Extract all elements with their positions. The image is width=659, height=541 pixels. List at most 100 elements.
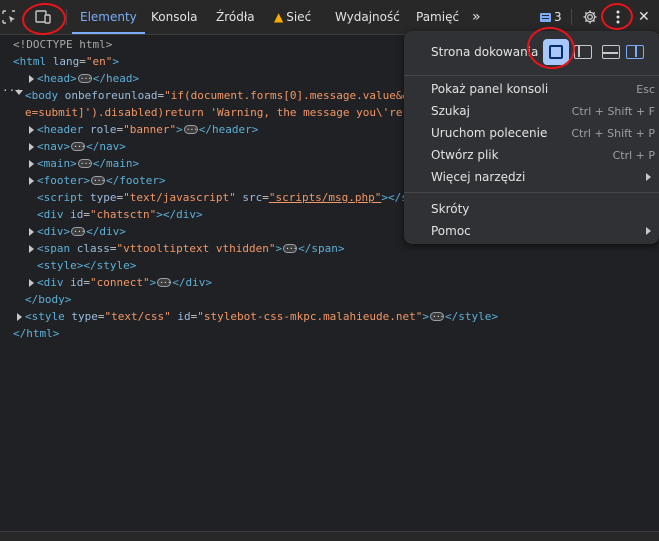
div-chatsctn-node[interactable]: <div id="chatsctn"></div>	[37, 206, 203, 223]
style-node[interactable]: <style></style>	[37, 257, 136, 274]
toolbar-separator	[571, 9, 572, 25]
expand-arrow-icon[interactable]	[29, 177, 34, 185]
script-src-link[interactable]: "scripts/msg.php"	[269, 191, 382, 204]
menu-item-label: Otwórz plik	[431, 148, 499, 162]
close-devtools-button[interactable]: ✕	[634, 0, 654, 34]
tag-text: </nav>	[86, 140, 126, 153]
device-toolbar-icon[interactable]	[32, 6, 54, 28]
menu-item-label: Skróty	[431, 202, 470, 216]
body-attr-continuation[interactable]: e=submit]').disabled)return 'Warning, th…	[25, 104, 403, 121]
tag-text: </body>	[25, 293, 72, 306]
menu-item-help[interactable]: Pomoc	[404, 220, 659, 242]
tag-text: <nav>	[37, 140, 71, 153]
dock-right-button[interactable]	[626, 45, 644, 59]
ellipsis-icon[interactable]	[71, 223, 86, 240]
expand-arrow-icon[interactable]	[29, 228, 34, 236]
menu-item-show-console[interactable]: Pokaż panel konsoli Esc	[404, 78, 659, 100]
tab-label: Pamięć	[416, 10, 460, 24]
menu-item-shortcut: Ctrl + Shift + F	[571, 104, 655, 118]
attr-value: "if(document.forms[0].message.value&&	[164, 89, 410, 102]
tab-label: Konsola	[151, 10, 198, 24]
ellipsis-icon[interactable]	[77, 70, 92, 87]
doctype-line[interactable]: <!DOCTYPE html>	[13, 36, 112, 53]
div-node[interactable]: <div> </div>	[37, 223, 126, 240]
expand-arrow-icon[interactable]	[17, 313, 22, 321]
html-close-node[interactable]: </html>	[13, 325, 59, 342]
attr-value: "chatsctn"	[90, 208, 157, 221]
dock-left-button[interactable]	[574, 45, 592, 59]
issues-badge[interactable]: 3	[540, 9, 562, 25]
dock-left-icon	[578, 46, 580, 57]
tab-console[interactable]: Konsola	[143, 0, 206, 34]
footer-node[interactable]: <footer> </footer>	[37, 172, 166, 189]
menu-item-run-command[interactable]: Uruchom polecenie Ctrl + Shift + P	[404, 122, 659, 144]
bottom-panel-strip[interactable]	[0, 531, 659, 541]
menu-item-shortcuts[interactable]: Skróty	[404, 198, 659, 220]
undock-button[interactable]	[543, 39, 569, 65]
menu-item-search[interactable]: Szukaj Ctrl + Shift + F	[404, 100, 659, 122]
ellipsis-icon[interactable]	[183, 121, 198, 138]
menu-item-more-tools[interactable]: Więcej narzędzi	[404, 166, 659, 188]
more-options-icon[interactable]	[607, 6, 629, 28]
span-node[interactable]: <span class="vttooltiptext vthidden"></s…	[37, 240, 344, 257]
menu-item-shortcut: Ctrl + P	[612, 148, 655, 162]
attr-value: "connect"	[90, 276, 150, 289]
menu-item-label: Więcej narzędzi	[431, 170, 526, 184]
stylebot-style-node[interactable]: <style type="text/css" id="stylebot-css-…	[25, 308, 498, 325]
menu-item-shortcut: Ctrl + Shift + P	[571, 126, 655, 140]
dock-right-icon	[635, 46, 637, 57]
attr-value: "text/css"	[104, 310, 171, 323]
dock-side-row: Strona dokowania	[404, 40, 659, 64]
tab-memory[interactable]: Pamięć	[408, 0, 467, 34]
body-node[interactable]: <body onbeforeunload="if(document.forms[…	[25, 87, 409, 104]
more-tabs-button[interactable]: »	[466, 0, 487, 34]
nav-node[interactable]: <nav> </nav>	[37, 138, 126, 155]
tag-text: <div	[37, 208, 64, 221]
tag-text: </style>	[83, 259, 137, 272]
attr-value: "stylebot-css-mkpc.malahieude.net"	[197, 310, 423, 323]
expand-arrow-icon[interactable]	[29, 126, 34, 134]
tag-text: <body	[25, 89, 59, 102]
dock-bottom-button[interactable]	[602, 45, 620, 59]
attr-name: onbeforeunload	[64, 89, 158, 102]
ellipsis-icon[interactable]	[157, 274, 172, 291]
tag-text: </html>	[13, 327, 60, 340]
main-node[interactable]: <main> </main>	[37, 155, 139, 172]
expand-arrow-icon[interactable]	[29, 143, 34, 151]
ellipsis-icon[interactable]	[71, 138, 86, 155]
ellipsis-icon[interactable]	[430, 308, 445, 325]
inspect-element-icon[interactable]	[0, 6, 20, 28]
expand-arrow-icon[interactable]	[29, 245, 34, 253]
tab-network[interactable]: ▲ Sieć	[266, 0, 319, 34]
script-node[interactable]: <script type="text/javascript" src="scri…	[37, 189, 408, 206]
collapse-arrow-icon[interactable]	[15, 90, 23, 95]
expand-arrow-icon[interactable]	[29, 279, 34, 287]
tab-elements[interactable]: Elementy	[72, 0, 145, 34]
tag-text: <script	[37, 191, 84, 204]
tag-text: </header>	[198, 123, 259, 136]
ellipsis-icon[interactable]	[283, 240, 298, 257]
tag-text: </span>	[298, 242, 345, 255]
tag-text: </style>	[445, 310, 499, 323]
menu-item-open-file[interactable]: Otwórz plik Ctrl + P	[404, 144, 659, 166]
html-node[interactable]: <html lang="en">	[13, 53, 119, 70]
header-node[interactable]: <header role="banner"></header>	[37, 121, 258, 138]
issues-icon	[540, 12, 551, 22]
settings-icon[interactable]	[579, 6, 601, 28]
tab-performance[interactable]: Wydajność	[327, 0, 408, 34]
ellipsis-icon[interactable]	[77, 155, 92, 172]
expand-arrow-icon[interactable]	[29, 75, 34, 83]
head-node[interactable]: <head> </head>	[37, 70, 139, 87]
div-connect-node[interactable]: <div id="connect"></div>	[37, 274, 212, 291]
tag-text: >	[275, 242, 283, 255]
expand-arrow-icon[interactable]	[29, 160, 34, 168]
ellipsis-icon[interactable]	[90, 172, 105, 189]
attr-name: src	[242, 191, 263, 204]
tag-text: <html	[13, 55, 47, 68]
body-close-node[interactable]: </body>	[25, 291, 71, 308]
attr-name: id	[177, 310, 191, 323]
attr-name: type	[89, 191, 117, 204]
tab-sources[interactable]: Źródła	[208, 0, 263, 34]
menu-item-shortcut: Esc	[636, 82, 655, 96]
attr-name: id	[70, 208, 84, 221]
